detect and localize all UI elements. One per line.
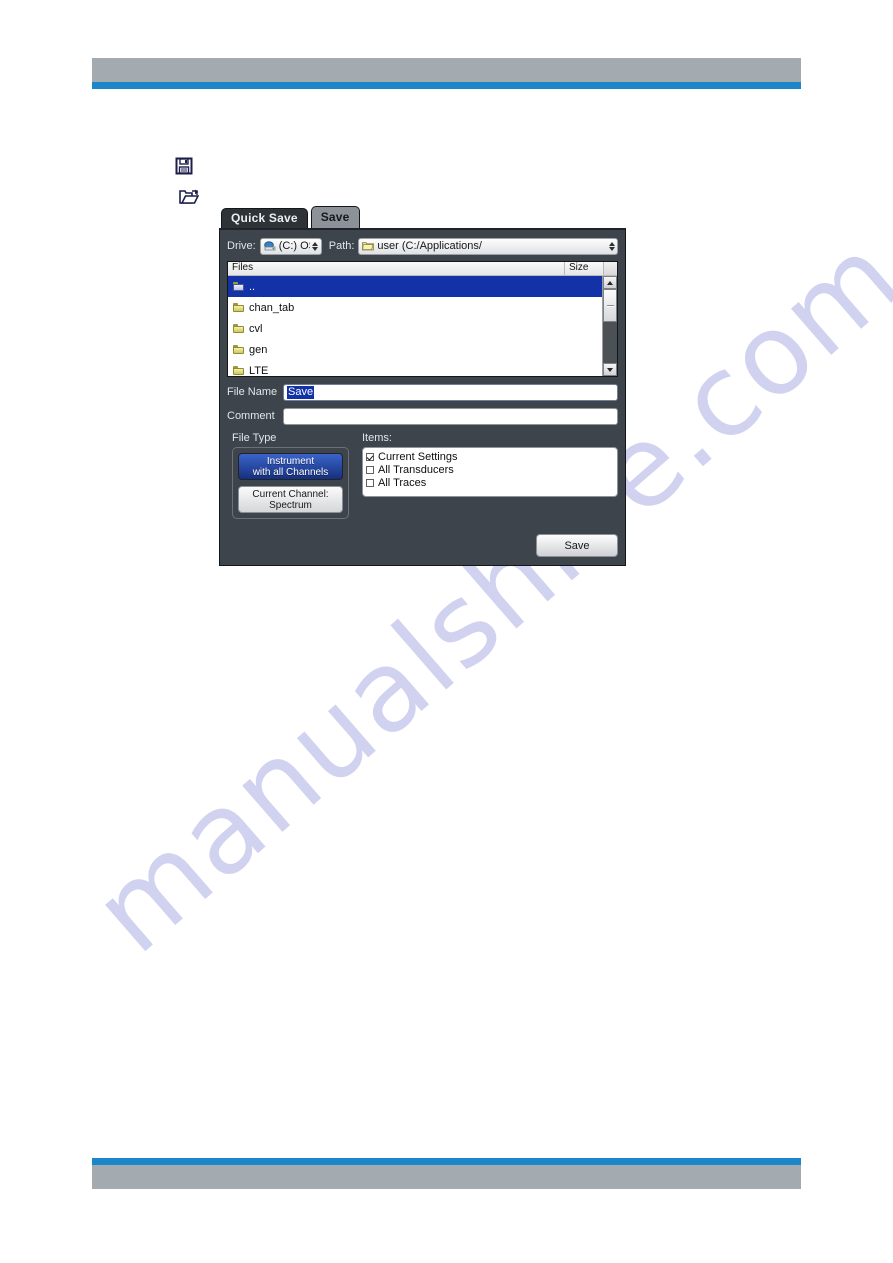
file-type-current-channel-line2: Spectrum [269,499,312,511]
table-row[interactable]: cvl [228,318,602,339]
file-name-cell: gen [249,343,268,356]
items-group: Items: Current Settings All Transducers … [362,432,618,525]
header-accent-line [92,82,801,89]
column-header-corner [604,262,617,275]
path-select[interactable]: user (C:/Applications/ [358,237,618,255]
item-label: All Traces [378,476,427,489]
file-name-row: File Name Save [227,383,618,401]
dialog-footer: Save [227,534,618,557]
file-type-options: Instrument with all Channels Current Cha… [232,447,349,519]
file-list-header: Files Size [228,262,617,276]
folder-up-icon [233,282,244,291]
list-item[interactable]: Current Settings [366,450,617,463]
file-type-instrument-line1: Instrument [266,455,315,467]
comment-input[interactable] [283,407,618,425]
item-label: All Transducers [378,463,454,476]
file-browser: Files Size .. chan_tab cvl gen LTE [227,261,618,377]
table-row[interactable]: LTE [228,360,602,376]
list-item[interactable]: All Traces [366,476,617,489]
footer-gray-band [92,1165,801,1189]
items-list: Current Settings All Transducers All Tra… [362,447,618,497]
checkbox-icon[interactable] [366,478,374,487]
tab-save[interactable]: Save [310,206,360,228]
file-type-title: File Type [232,432,277,444]
comment-label: Comment [227,410,275,422]
file-list-scrollbar[interactable] [602,276,617,376]
page-watermark: manualshive.com [0,0,893,1263]
file-name-cell: chan_tab [249,301,295,314]
column-header-size[interactable]: Size [565,262,604,275]
file-type-current-channel-line1: Current Channel: [252,488,329,500]
folder-icon [233,324,244,333]
comment-row: Comment [227,407,618,425]
page-footer-bar [92,1158,801,1189]
folder-icon [233,366,244,375]
drive-path-row: Drive: (C:) OS Path: [227,236,618,256]
dialog-body: Drive: (C:) OS Path: [219,228,626,566]
file-name-cell: .. [249,280,256,293]
file-list-rows: .. chan_tab cvl gen LTE [228,276,602,376]
table-row[interactable]: gen [228,339,602,360]
lower-panes: File Type Instrument with all Channels C… [227,432,618,525]
table-row[interactable]: .. [228,276,602,297]
file-type-instrument-button[interactable]: Instrument with all Channels [238,453,343,480]
footer-accent-line [92,1158,801,1165]
folder-icon [233,303,244,312]
items-title: Items: [362,432,392,444]
file-type-group: File Type Instrument with all Channels C… [227,432,354,525]
file-name-label: File Name [227,386,278,398]
dialog-tab-strip: Quick Save Save [219,206,626,228]
scroll-down-button[interactable] [603,363,617,376]
header-gray-band [92,58,801,82]
file-type-instrument-line2: with all Channels [252,466,329,478]
file-name-value: Save [287,385,315,399]
list-item[interactable]: All Transducers [366,463,617,476]
item-label: Current Settings [378,450,458,463]
drive-spinner-icon[interactable] [312,240,319,253]
open-folder-icon [179,189,200,211]
scrollbar-track[interactable] [603,289,617,363]
file-list-area: .. chan_tab cvl gen LTE [228,276,617,376]
folder-icon [362,241,375,251]
drive-value: (C:) OS [278,240,310,252]
path-label: Path: [328,240,355,252]
file-name-cell: cvl [249,322,263,335]
save-floppy-icon [175,157,193,180]
column-header-files[interactable]: Files [228,262,565,275]
tab-quick-save[interactable]: Quick Save [221,208,308,228]
scroll-up-button[interactable] [603,276,617,289]
file-name-cell: LTE [249,364,269,377]
checkbox-icon[interactable] [366,452,374,461]
folder-icon [233,345,244,354]
drive-label: Drive: [227,240,256,252]
save-button[interactable]: Save [536,534,618,557]
drive-icon [263,240,276,252]
file-name-input[interactable]: Save [283,383,618,401]
file-type-current-channel-button[interactable]: Current Channel: Spectrum [238,486,343,513]
scrollbar-thumb[interactable] [603,289,617,322]
drive-select[interactable]: (C:) OS [259,237,322,255]
path-value: user (C:/Applications/ [377,240,482,252]
save-dialog: Quick Save Save Drive: (C:) OS Path: [219,206,626,566]
page-header-bar [92,58,801,89]
table-row[interactable]: chan_tab [228,297,602,318]
path-spinner-icon[interactable] [608,240,615,253]
checkbox-icon[interactable] [366,465,374,474]
